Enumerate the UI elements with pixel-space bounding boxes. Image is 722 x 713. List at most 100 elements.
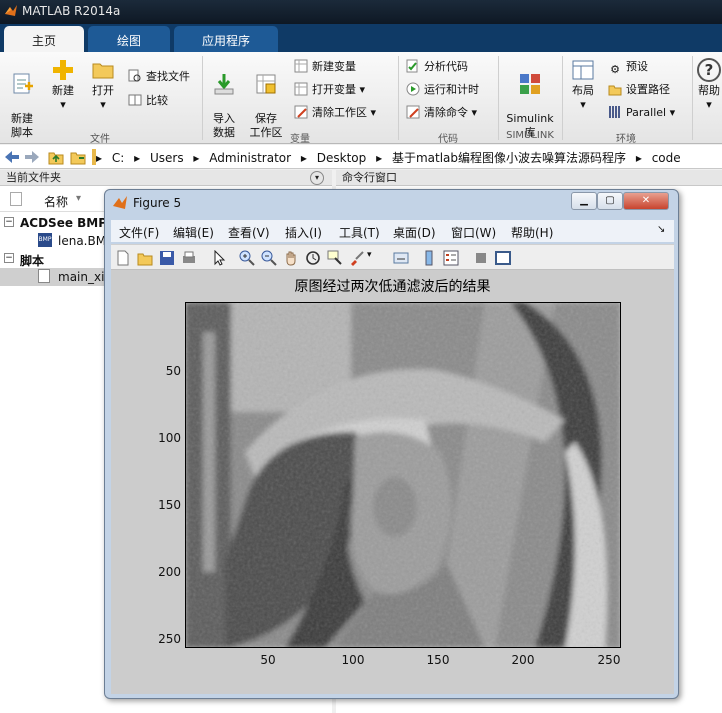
- clear-commands-icon: [406, 105, 420, 119]
- preferences-button[interactable]: ⚙ 预设: [608, 58, 648, 76]
- tab-apps[interactable]: 应用程序: [174, 26, 278, 52]
- menu-window[interactable]: 窗口(W): [451, 224, 496, 241]
- zoom-out-icon[interactable]: [261, 250, 277, 266]
- menu-help[interactable]: 帮助(H): [511, 224, 553, 241]
- close-button[interactable]: ✕: [623, 192, 669, 210]
- y-tick-label: 100: [158, 431, 181, 445]
- rotate-3d-icon[interactable]: [305, 250, 321, 266]
- legend-icon[interactable]: [443, 250, 459, 266]
- clear-workspace-button[interactable]: 清除工作区 ▾: [294, 104, 376, 122]
- menu-file[interactable]: 文件(F): [119, 224, 159, 241]
- save-icon[interactable]: [159, 250, 175, 266]
- matlab-logo-icon: [5, 5, 17, 16]
- group-label-environment: 环境: [616, 134, 636, 145]
- colorbar-icon[interactable]: [421, 250, 437, 266]
- menu-edit[interactable]: 编辑(E): [173, 224, 214, 241]
- forward-arrow-icon[interactable]: [24, 150, 40, 164]
- layout-button[interactable]: 布局 ▾: [566, 58, 600, 112]
- lena-image: [185, 302, 621, 648]
- simulink-library-button[interactable]: Simulink 库: [504, 58, 556, 140]
- back-arrow-icon[interactable]: [4, 150, 20, 164]
- help-icon: ?: [697, 58, 721, 82]
- open-button[interactable]: 打开 ▾: [86, 58, 120, 112]
- pan-hand-icon[interactable]: [283, 250, 299, 266]
- ribbon-separator: [692, 56, 693, 140]
- new-script-icon: [13, 73, 33, 94]
- hide-plot-tools-icon[interactable]: [473, 250, 489, 266]
- open-variable-button[interactable]: 打开变量 ▾: [294, 81, 365, 99]
- up-folder-icon[interactable]: [48, 149, 64, 165]
- run-and-time-button[interactable]: 运行和计时: [406, 81, 479, 99]
- pointer-icon[interactable]: [211, 250, 227, 266]
- help-button[interactable]: ? 帮助 ▾: [696, 58, 722, 112]
- command-window-title: 命令行窗口: [342, 171, 397, 184]
- menu-insert[interactable]: 插入(I): [285, 224, 322, 241]
- save-workspace-button[interactable]: 保存 工作区: [246, 58, 286, 140]
- breadcrumb-item[interactable]: Administrator: [209, 151, 291, 165]
- new-button[interactable]: 新建 ▾: [46, 58, 80, 112]
- folder-open-icon: [92, 63, 114, 79]
- new-script-button[interactable]: 新建 脚本: [4, 58, 40, 140]
- maximize-button[interactable]: ▢: [597, 192, 623, 210]
- address-bar: ▸ C: ▸ Users ▸ Administrator ▸ Desktop ▸…: [0, 145, 722, 169]
- show-plot-tools-icon[interactable]: [495, 250, 511, 266]
- breadcrumb-separator: ▸: [300, 151, 307, 165]
- clear-commands-button[interactable]: 清除命令 ▾: [406, 104, 477, 122]
- y-tick-label: 150: [158, 498, 181, 512]
- print-icon[interactable]: [181, 250, 197, 266]
- compare-button[interactable]: 比较: [128, 92, 168, 110]
- bmp-file-icon: BMP: [38, 233, 52, 247]
- menu-desktop[interactable]: 桌面(D): [393, 224, 436, 241]
- group-label-simulink: SIMULINK: [506, 130, 554, 141]
- file-group-label: 脚本: [20, 254, 45, 268]
- import-data-icon: [214, 74, 234, 95]
- link-plot-icon[interactable]: [393, 250, 409, 266]
- menu-view[interactable]: 查看(V): [228, 224, 270, 241]
- compare-icon: [128, 94, 142, 106]
- new-figure-icon[interactable]: [115, 250, 131, 266]
- chevron-down-icon: ▾: [60, 98, 66, 111]
- dock-arrow-icon[interactable]: ↘: [657, 224, 665, 235]
- zoom-in-icon[interactable]: [239, 250, 255, 266]
- save-workspace-icon: [256, 74, 276, 94]
- panel-menu-icon[interactable]: ▾: [310, 171, 324, 185]
- collapse-icon[interactable]: −: [4, 253, 14, 263]
- breadcrumb-separator: ▸: [376, 151, 383, 165]
- matlab-logo-icon: [113, 196, 127, 209]
- run-and-time-icon: [406, 82, 420, 96]
- breadcrumb-item[interactable]: Desktop: [317, 151, 367, 165]
- minimize-button[interactable]: ▁: [571, 192, 597, 210]
- browse-folder-icon[interactable]: [70, 149, 86, 165]
- app-title-bar: MATLAB R2014a: [0, 0, 722, 24]
- import-data-button[interactable]: 导入 数据: [208, 58, 240, 140]
- tab-plots[interactable]: 绘图: [88, 26, 170, 52]
- collapse-icon[interactable]: −: [4, 217, 14, 227]
- x-tick-label: 200: [511, 653, 535, 667]
- chevron-down-icon[interactable]: ▾: [367, 250, 372, 260]
- breadcrumb-item[interactable]: Users: [150, 151, 184, 165]
- app-title: MATLAB R2014a: [22, 4, 121, 18]
- brush-icon[interactable]: [349, 250, 365, 266]
- analyze-code-button[interactable]: 分析代码: [406, 58, 468, 76]
- column-checkbox-icon: [10, 192, 22, 206]
- find-files-button[interactable]: 查找文件: [128, 68, 190, 86]
- breadcrumb-item[interactable]: C:: [112, 151, 124, 165]
- set-path-button[interactable]: 设置路径: [608, 81, 670, 99]
- name-column-header[interactable]: 名称: [44, 193, 68, 210]
- clear-workspace-icon: [294, 105, 308, 119]
- breadcrumb-item[interactable]: 基于matlab编程图像小波去噪算法源码程序: [392, 151, 626, 165]
- tab-home[interactable]: 主页: [4, 26, 84, 52]
- breadcrumb: ▸ C: ▸ Users ▸ Administrator ▸ Desktop ▸…: [96, 149, 687, 166]
- y-tick-label: 200: [158, 565, 181, 579]
- parallel-icon: [609, 106, 620, 118]
- new-variable-button[interactable]: 新建变量: [294, 58, 356, 76]
- data-cursor-icon[interactable]: [327, 250, 343, 266]
- open-file-icon[interactable]: [137, 250, 153, 266]
- menu-tools[interactable]: 工具(T): [339, 224, 380, 241]
- command-window-header: 命令行窗口: [336, 170, 722, 186]
- breadcrumb-item[interactable]: code: [652, 151, 681, 165]
- figure-title: Figure 5: [133, 196, 182, 210]
- breadcrumb-separator: ▸: [96, 151, 103, 165]
- parallel-button[interactable]: Parallel ▾: [608, 104, 675, 122]
- sort-chevron-icon[interactable]: ▾: [76, 193, 81, 204]
